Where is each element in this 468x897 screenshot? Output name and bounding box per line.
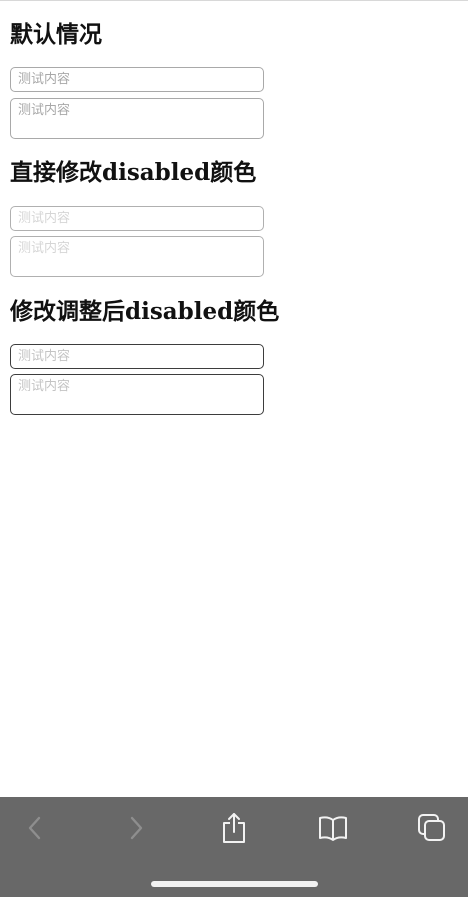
adjusted-disabled-textarea[interactable] (10, 374, 264, 415)
share-icon (223, 813, 245, 843)
back-button[interactable] (15, 811, 55, 845)
section-title-default: 默认情况 (10, 21, 102, 48)
back-icon (28, 816, 41, 840)
section-title-direct-disabled: 直接修改disabled颜色 (10, 159, 257, 186)
direct-disabled-input[interactable] (10, 206, 264, 231)
home-indicator (151, 881, 318, 887)
direct-disabled-textarea[interactable] (10, 236, 264, 277)
forward-button[interactable] (116, 811, 156, 845)
bookmarks-icon (319, 816, 347, 841)
default-input[interactable] (10, 67, 264, 92)
section-title-adjusted-disabled: 修改调整后disabled颜色 (10, 298, 280, 325)
top-border (0, 0, 468, 1)
tabs-icon (418, 814, 445, 841)
share-button[interactable] (214, 811, 254, 845)
browser-toolbar (0, 797, 468, 897)
tabs-button[interactable] (412, 811, 452, 845)
adjusted-disabled-input[interactable] (10, 344, 264, 369)
forward-icon (130, 816, 143, 840)
default-textarea[interactable] (10, 98, 264, 139)
bookmarks-button[interactable] (313, 811, 353, 845)
